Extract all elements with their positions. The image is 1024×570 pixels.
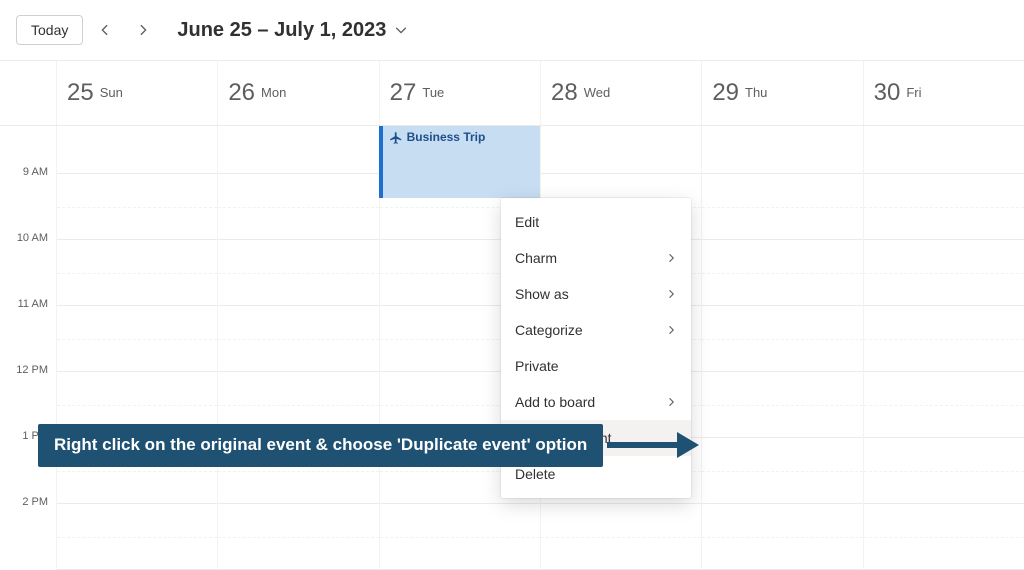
menu-label: Categorize [515,322,583,338]
day-header-sun[interactable]: 25 Sun [56,61,217,125]
day-column[interactable] [217,126,378,570]
time-slot: 11 AM [0,306,56,372]
day-column[interactable] [863,126,1024,570]
date-range-picker[interactable]: June 25 – July 1, 2023 [177,19,408,42]
chevron-right-icon [136,23,150,37]
time-label: 2 PM [22,496,48,508]
today-button[interactable]: Today [16,15,83,45]
chevron-right-icon [665,252,677,264]
day-header-mon[interactable]: 26 Mon [217,61,378,125]
chevron-down-icon [394,23,408,37]
day-name: Thu [745,85,767,100]
hour-cell[interactable] [702,438,862,504]
instruction-callout: Right click on the original event & choo… [38,424,699,467]
day-number: 27 [390,79,417,106]
arrow-right-icon [607,430,699,460]
day-header-thu[interactable]: 29 Thu [701,61,862,125]
day-column[interactable] [701,126,862,570]
time-slot: 10 AM [0,240,56,306]
allday-row [702,126,862,174]
hour-cell[interactable] [864,438,1024,504]
hour-cell[interactable] [218,240,378,306]
menu-label: Add to board [515,394,595,410]
menu-label: Delete [515,466,555,482]
menu-label: Charm [515,250,557,266]
hour-cell[interactable] [218,174,378,240]
time-gutter: 9 AM 10 AM 11 AM 12 PM 1 PM 2 PM [0,126,56,570]
hour-cell[interactable] [702,504,862,570]
allday-row [864,126,1024,174]
allday-row [541,126,701,174]
day-number: 29 [712,79,739,106]
next-week-button[interactable] [127,14,159,46]
hour-cell[interactable] [541,504,701,570]
chevron-right-icon [665,324,677,336]
day-name: Sun [100,85,123,100]
toolbar: Today June 25 – July 1, 2023 [0,0,1024,61]
hour-cell[interactable] [57,504,217,570]
day-header-fri[interactable]: 30 Fri [863,61,1024,125]
hour-cell[interactable] [380,504,540,570]
hour-cell[interactable] [702,174,862,240]
menu-item-private[interactable]: Private [501,348,691,384]
hour-cell[interactable] [864,504,1024,570]
time-slot: 2 PM [0,504,56,570]
day-number: 26 [228,79,255,106]
hour-cell[interactable] [864,240,1024,306]
hour-cell[interactable] [702,372,862,438]
event-title: Business Trip [407,130,486,144]
hour-cell[interactable] [702,306,862,372]
menu-item-categorize[interactable]: Categorize [501,312,691,348]
allday-row [218,126,378,174]
chevron-left-icon [98,23,112,37]
menu-label: Private [515,358,559,374]
day-name: Wed [584,85,611,100]
day-number: 25 [67,79,94,106]
chevron-right-icon [665,288,677,300]
menu-item-charm[interactable]: Charm [501,240,691,276]
hour-cell[interactable] [218,504,378,570]
airplane-icon [389,131,403,145]
callout-text: Right click on the original event & choo… [38,424,603,467]
hour-cell[interactable] [57,240,217,306]
hour-cell[interactable] [864,372,1024,438]
prev-week-button[interactable] [89,14,121,46]
event-business-trip[interactable]: Business Trip [379,126,540,198]
day-name: Fri [906,85,921,100]
time-label: 9 AM [23,166,48,178]
hour-cell[interactable] [864,306,1024,372]
day-name: Tue [422,85,444,100]
day-header-wed[interactable]: 28 Wed [540,61,701,125]
hour-cell[interactable] [57,306,217,372]
day-number: 28 [551,79,578,106]
time-slot: 9 AM [0,174,56,240]
date-range-text: June 25 – July 1, 2023 [177,19,386,42]
time-label: 11 AM [18,298,48,310]
day-column[interactable] [56,126,217,570]
menu-item-show-as[interactable]: Show as [501,276,691,312]
menu-item-add-to-board[interactable]: Add to board [501,384,691,420]
time-label: 10 AM [17,232,48,244]
day-headers-row: 25 Sun 26 Mon 27 Tue 28 Wed 29 Thu 30 Fri [0,61,1024,126]
hour-cell[interactable] [864,174,1024,240]
hour-cell[interactable] [218,306,378,372]
day-number: 30 [874,79,901,106]
menu-label: Show as [515,286,569,302]
day-header-tue[interactable]: 27 Tue [379,61,540,125]
allday-row [57,126,217,174]
menu-item-edit[interactable]: Edit [501,204,691,240]
time-label: 12 PM [16,364,48,376]
hour-cell[interactable] [57,174,217,240]
menu-label: Edit [515,214,539,230]
chevron-right-icon [665,396,677,408]
day-name: Mon [261,85,286,100]
hour-cell[interactable] [702,240,862,306]
